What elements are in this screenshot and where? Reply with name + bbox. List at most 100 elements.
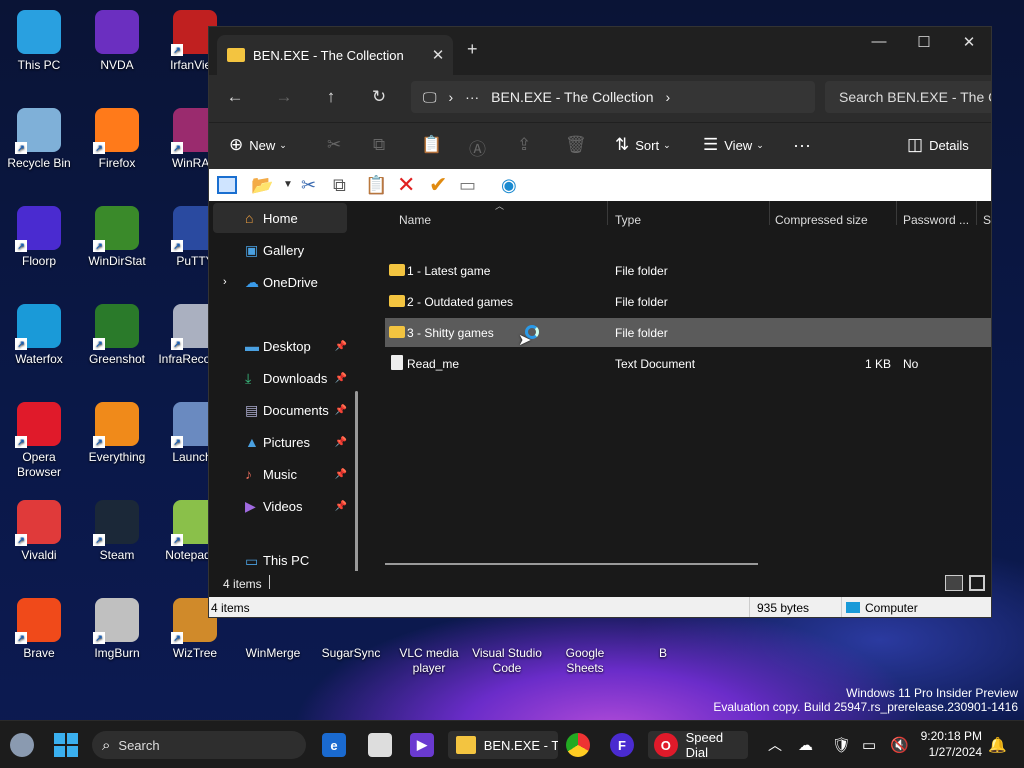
desktop-shortcut[interactable]: ↗ Greenshot <box>78 304 156 367</box>
nav-item-desktop[interactable]: ▬ Desktop 📌 <box>213 331 347 361</box>
share-button[interactable]: ⇪ <box>517 135 537 155</box>
nav-item-videos[interactable]: ▶ Videos 📌 <box>213 491 347 521</box>
cut-button[interactable]: ✂ <box>327 135 347 155</box>
taskbar-app-browser[interactable]: e <box>322 731 346 759</box>
chevron-down-icon[interactable]: ▼ <box>283 174 293 196</box>
security-tray-icon[interactable]: 🛡 <box>832 731 851 759</box>
desktop-shortcut[interactable]: Google Sheets <box>546 646 624 676</box>
desktop-shortcut[interactable]: ↗ Floorp <box>0 206 78 269</box>
nav-item-this-pc[interactable]: ▭ This PC <box>213 553 347 571</box>
close-tab-icon[interactable]: ✕ <box>427 46 449 64</box>
tiles-view-button[interactable] <box>969 575 985 591</box>
taskbar-app-taskview[interactable] <box>368 731 392 759</box>
tab-active[interactable]: BEN.EXE - The Collection ✕ <box>217 35 453 75</box>
column-divider[interactable] <box>976 201 977 225</box>
details-view-button[interactable] <box>945 575 963 591</box>
nav-item-gallery[interactable]: ▣ Gallery <box>213 235 347 265</box>
table-row[interactable]: Read_me Text Document 1 KB No <box>385 349 991 378</box>
table-row[interactable]: 2 - Outdated games File folder <box>385 287 991 316</box>
network-tray-icon[interactable]: ▭ <box>862 731 876 759</box>
desktop-shortcut[interactable]: NVDA <box>78 10 156 73</box>
nav-item-onedrive[interactable]: › ☁ OneDrive <box>213 267 347 297</box>
column-header-password[interactable]: Password ... <box>903 213 969 227</box>
copy-button[interactable]: ⧉ <box>373 135 391 155</box>
desktop-shortcut[interactable]: B <box>624 646 702 661</box>
minimize-button[interactable]: — <box>856 33 902 50</box>
new-tab-button[interactable]: + <box>467 39 478 60</box>
up-button[interactable]: ↑ <box>317 87 345 107</box>
column-header-compressed-size[interactable]: Compressed size <box>775 213 868 227</box>
desktop-shortcut[interactable]: ↗ Steam <box>78 500 156 563</box>
forward-button[interactable]: → <box>270 87 298 107</box>
back-button[interactable]: ← <box>221 87 249 107</box>
table-row-selected[interactable]: 3 - Shitty games ➤ File folder <box>385 318 991 349</box>
column-divider[interactable] <box>769 201 770 225</box>
column-header-name[interactable]: Name <box>399 213 431 227</box>
address-more-button[interactable]: ··· <box>465 89 479 105</box>
delete-x-icon[interactable]: ✕ <box>397 174 415 196</box>
taskbar-app-opera[interactable]: O Speed Dial <box>648 730 748 760</box>
nav-item-home[interactable]: ⌂ Home <box>213 203 347 233</box>
nav-item-downloads[interactable]: ⤓ Downloads 📌 <box>213 363 347 393</box>
new-button[interactable]: ⊕ New ⌄ <box>229 135 287 155</box>
table-row[interactable]: 1 - Latest game File folder <box>385 256 991 285</box>
desktop-shortcut[interactable]: Visual Studio Code <box>468 646 546 676</box>
desktop-shortcut[interactable]: ↗ Brave <box>0 598 78 661</box>
more-options-button[interactable]: ··· <box>793 135 811 156</box>
scissors-icon[interactable]: ✂ <box>301 174 316 196</box>
title-bar[interactable]: BEN.EXE - The Collection ✕ + — ☐ ✕ <box>209 27 991 75</box>
folder-options-icon[interactable]: 📂 <box>251 174 273 196</box>
rename-box-icon[interactable]: ▭ <box>459 174 476 196</box>
close-window-button[interactable]: ✕ <box>946 33 991 51</box>
desktop-shortcut[interactable]: ↗ Waterfox <box>0 304 78 367</box>
taskbar-app-chrome[interactable] <box>566 731 590 759</box>
onedrive-tray-icon[interactable]: ☁ <box>798 731 813 759</box>
column-header-type[interactable]: Type <box>615 213 641 227</box>
volume-tray-icon[interactable]: 🔇 <box>890 731 909 759</box>
preview-pane-icon[interactable] <box>217 176 237 194</box>
delete-button[interactable]: 🗑 <box>565 135 593 155</box>
notification-bell-icon[interactable]: 🔔 <box>988 731 1007 759</box>
desktop-shortcut[interactable]: ↗ Opera Browser <box>0 402 78 480</box>
nav-item-music[interactable]: ♪ Music 📌 <box>213 459 347 489</box>
nav-item-pictures[interactable]: ▲ Pictures 📌 <box>213 427 347 457</box>
view-button[interactable]: ☰ View ⌄ <box>703 135 764 155</box>
column-header-size[interactable]: Si <box>983 213 991 227</box>
column-divider[interactable] <box>896 201 897 225</box>
desktop-shortcut[interactable]: ↗ WinDirStat <box>78 206 156 269</box>
address-bar[interactable]: 🖵 › ··· BEN.EXE - The Collection › <box>411 81 815 113</box>
copy-icon[interactable]: ⧉ <box>333 174 346 196</box>
search-input[interactable]: Search BEN.EXE - The Collection <box>825 81 991 113</box>
weather-widget[interactable] <box>10 731 34 759</box>
clock[interactable]: 9:20:18 PM 1/27/2024 <box>912 728 982 760</box>
horizontal-scrollbar[interactable] <box>385 563 758 565</box>
start-button[interactable] <box>54 731 78 759</box>
sort-button[interactable]: ⇅ Sort ⌄ <box>615 135 671 155</box>
taskbar-app-floorp[interactable]: F <box>610 731 634 759</box>
column-divider[interactable] <box>607 201 608 225</box>
maximize-button[interactable]: ☐ <box>901 33 947 51</box>
paste-button[interactable]: 📋 <box>421 135 448 155</box>
desktop-shortcut[interactable]: This PC <box>0 10 78 73</box>
details-button[interactable]: ◫ Details <box>907 135 969 155</box>
chevron-right-icon[interactable]: › <box>223 276 227 288</box>
globe-icon[interactable]: ◉ <box>501 174 517 196</box>
nav-item-documents[interactable]: ▤ Documents 📌 <box>213 395 347 425</box>
desktop-shortcut[interactable]: ↗ Firefox <box>78 108 156 171</box>
refresh-button[interactable]: ↻ <box>365 87 393 107</box>
rename-button[interactable]: Ⓐ <box>469 135 492 160</box>
taskbar-app-explorer[interactable]: BEN.EXE - Th <box>448 731 558 759</box>
desktop-shortcut[interactable]: ↗ Vivaldi <box>0 500 78 563</box>
desktop-shortcut[interactable]: ↗ Everything <box>78 402 156 465</box>
taskbar-search[interactable]: ⌕ Search <box>92 731 306 759</box>
paste-icon[interactable]: 📋 <box>365 174 387 196</box>
desktop-shortcut[interactable]: WinMerge <box>234 646 312 661</box>
taskbar-app-recorder[interactable]: ▶ <box>410 731 434 759</box>
breadcrumb-current[interactable]: BEN.EXE - The Collection <box>491 89 653 105</box>
checkmark-icon[interactable]: ✔ <box>429 174 447 196</box>
desktop-shortcut[interactable]: ↗ ImgBurn <box>78 598 156 661</box>
desktop-shortcut[interactable]: VLC media player <box>390 646 468 676</box>
show-hidden-icons-button[interactable]: ︿ <box>768 731 782 759</box>
desktop-shortcut[interactable]: ↗ Recycle Bin <box>0 108 78 171</box>
desktop-shortcut[interactable]: SugarSync <box>312 646 390 661</box>
